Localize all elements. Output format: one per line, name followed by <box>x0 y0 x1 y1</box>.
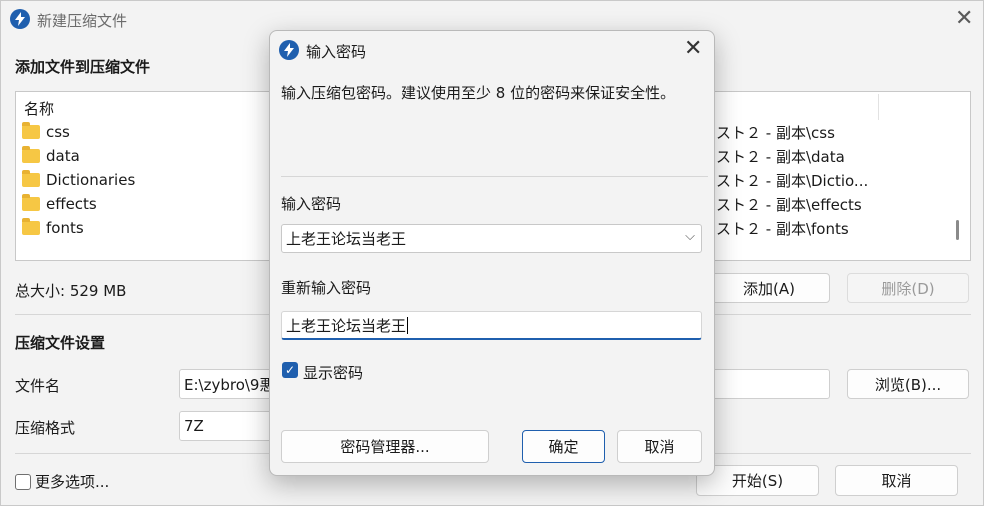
list-header-divider <box>878 94 879 120</box>
more-options-checkbox[interactable]: 更多选项... <box>15 471 109 492</box>
list-item[interactable]: css <box>22 121 70 143</box>
total-size-text: 总大小: 529 MB <box>15 282 127 300</box>
chevron-down-icon[interactable]: ⌵ <box>685 229 695 244</box>
list-item-path: スト２ - 副本\effects <box>716 195 862 214</box>
dialog-cancel-button[interactable]: 取消 <box>617 430 702 463</box>
confirm-password-input[interactable]: 上老王论坛当老王 <box>281 311 702 340</box>
add-button[interactable]: 添加(A) <box>708 273 830 303</box>
confirm-password-value: 上老王论坛当老王 <box>286 316 407 335</box>
filename-label: 文件名 <box>15 377 61 395</box>
text-caret <box>407 316 409 334</box>
window-title: 新建压缩文件 <box>37 12 128 30</box>
browse-button[interactable]: 浏览(B)... <box>847 369 969 399</box>
dialog-close-icon[interactable]: ✕ <box>684 38 702 60</box>
password-combo[interactable]: 上老王论坛当老王 ⌵ <box>281 224 702 253</box>
dialog-title: 输入密码 <box>306 43 367 61</box>
list-item-name: css <box>46 123 70 141</box>
list-item-name: effects <box>46 195 97 213</box>
password-manager-button[interactable]: 密码管理器... <box>281 430 489 463</box>
list-item-path: スト２ - 副本\data <box>716 147 845 166</box>
list-item[interactable]: effects <box>22 193 97 215</box>
list-item-name: data <box>46 147 80 165</box>
app-logo-icon <box>10 9 30 29</box>
checkmark-icon: ✓ <box>284 363 296 377</box>
password-label: 输入密码 <box>281 195 342 213</box>
list-item[interactable]: data <box>22 145 80 167</box>
confirm-password-label: 重新输入密码 <box>281 279 372 297</box>
dialog-divider <box>281 176 708 177</box>
folder-icon <box>22 146 40 163</box>
password-dialog: 输入密码 ✕ 输入压缩包密码。建议使用至少 8 位的密码来保证安全性。 输入密码… <box>269 30 715 476</box>
more-options-label: 更多选项... <box>35 473 110 491</box>
list-item[interactable]: Dictionaries <box>22 169 135 191</box>
list-item-path: スト２ - 副本\fonts <box>716 219 849 238</box>
list-item-path: スト２ - 副本\css <box>716 123 835 142</box>
password-value: 上老王论坛当老王 <box>286 230 407 248</box>
list-item-name: fonts <box>46 219 84 237</box>
format-select[interactable]: 7Z <box>179 411 279 441</box>
list-item[interactable]: fonts <box>22 217 84 239</box>
list-scrollbar[interactable] <box>956 220 959 240</box>
window-close-icon[interactable]: ✕ <box>955 8 973 30</box>
folder-icon <box>22 194 40 211</box>
add-files-section-title: 添加文件到压缩文件 <box>15 58 151 76</box>
dialog-description: 输入压缩包密码。建议使用至少 8 位的密码来保证安全性。 <box>281 84 676 102</box>
show-password-checkbox[interactable]: ✓ <box>282 362 298 378</box>
list-header-name[interactable]: 名称 <box>24 98 54 119</box>
main-cancel-button[interactable]: 取消 <box>835 465 958 496</box>
delete-button[interactable]: 删除(D) <box>847 273 969 303</box>
format-label: 压缩格式 <box>15 419 76 437</box>
list-item-name: Dictionaries <box>46 171 136 189</box>
settings-section-title: 压缩文件设置 <box>15 334 106 352</box>
folder-icon <box>22 122 40 139</box>
checkbox-icon <box>15 473 31 490</box>
show-password-label[interactable]: 显示密码 <box>303 362 363 383</box>
list-item-path: スト２ - 副本\Dictio... <box>716 171 869 190</box>
dialog-logo-icon <box>279 40 299 60</box>
folder-icon <box>22 170 40 187</box>
ok-button[interactable]: 确定 <box>522 430 605 463</box>
folder-icon <box>22 218 40 235</box>
